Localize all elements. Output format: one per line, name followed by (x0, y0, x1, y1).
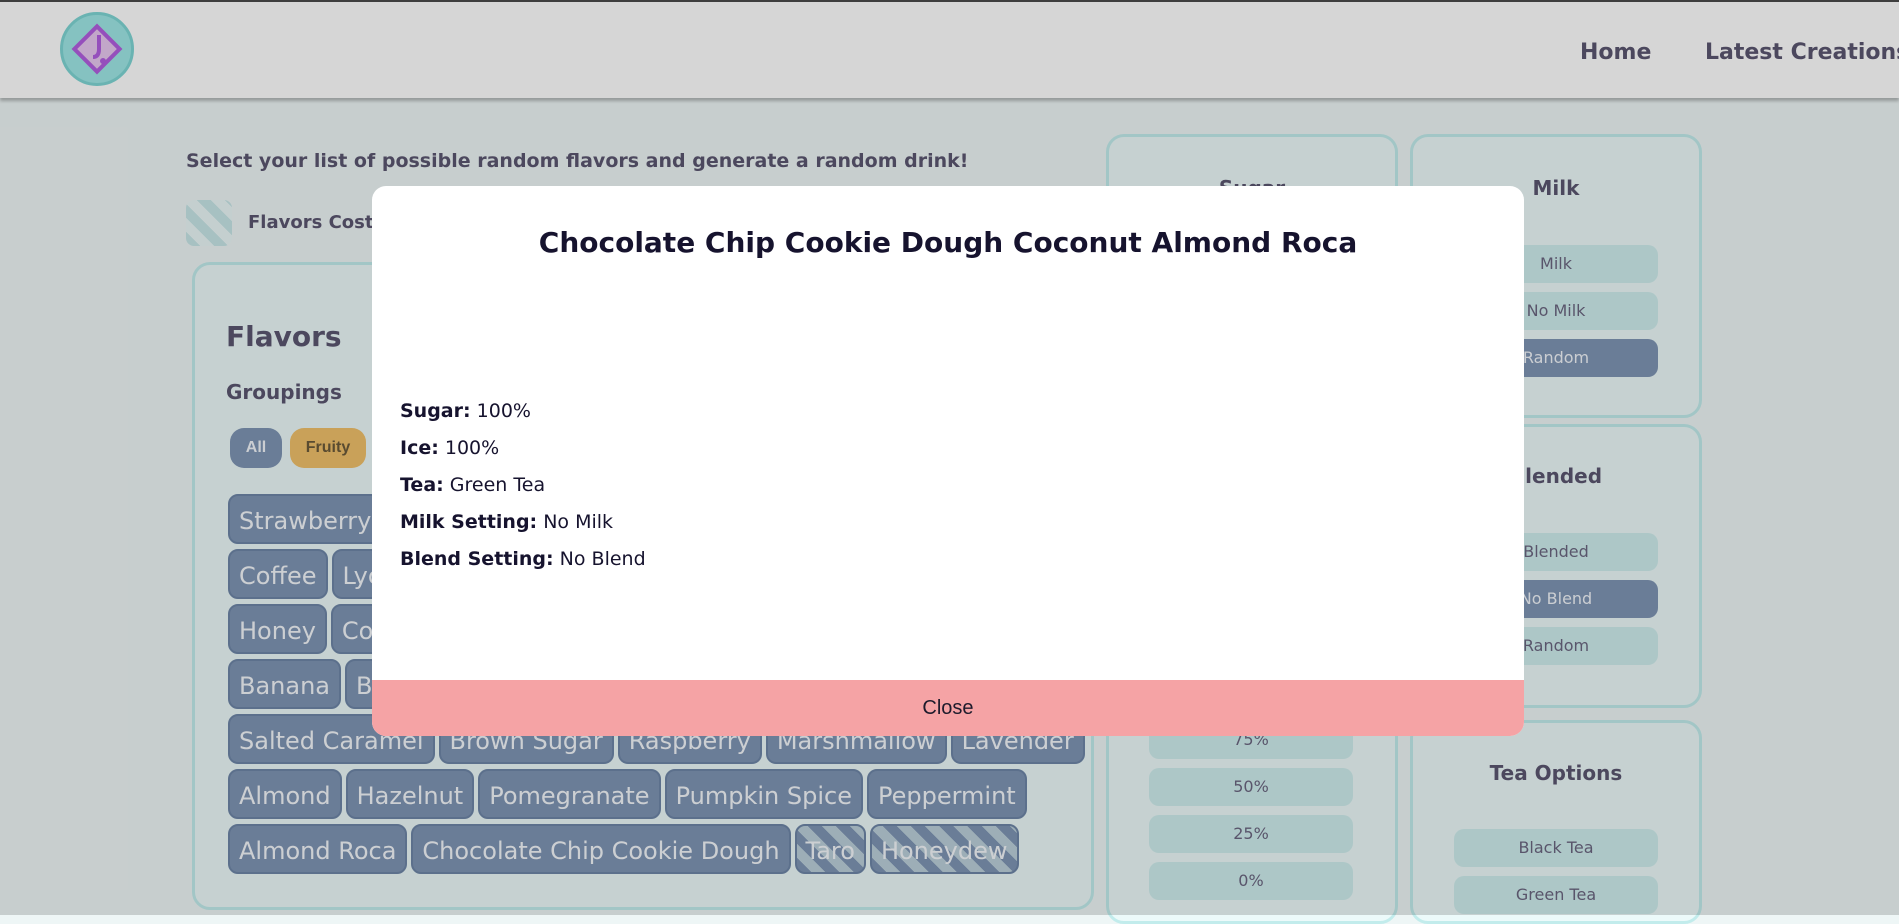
detail-blend-setting: Blend Setting: No Blend (400, 548, 646, 570)
detail-ice: Ice: 100% (400, 437, 499, 459)
detail-value: No Blend (559, 548, 646, 570)
detail-label: Tea: (400, 474, 444, 496)
detail-value: Green Tea (449, 474, 546, 496)
detail-value: No Milk (543, 511, 614, 533)
drink-result-modal: Chocolate Chip Cookie Dough Coconut Almo… (372, 186, 1524, 736)
detail-label: Ice: (400, 437, 439, 459)
detail-label: Blend Setting: (400, 548, 554, 570)
detail-label: Sugar: (400, 400, 471, 422)
detail-tea: Tea: Green Tea (400, 474, 545, 496)
detail-milk-setting: Milk Setting: No Milk (400, 511, 613, 533)
drink-name-title: Chocolate Chip Cookie Dough Coconut Almo… (538, 226, 1358, 259)
close-button[interactable]: Close (372, 680, 1524, 736)
detail-sugar: Sugar: 100% (400, 400, 531, 422)
detail-label: Milk Setting: (400, 511, 538, 533)
detail-value: 100% (476, 400, 531, 422)
detail-value: 100% (444, 437, 500, 459)
